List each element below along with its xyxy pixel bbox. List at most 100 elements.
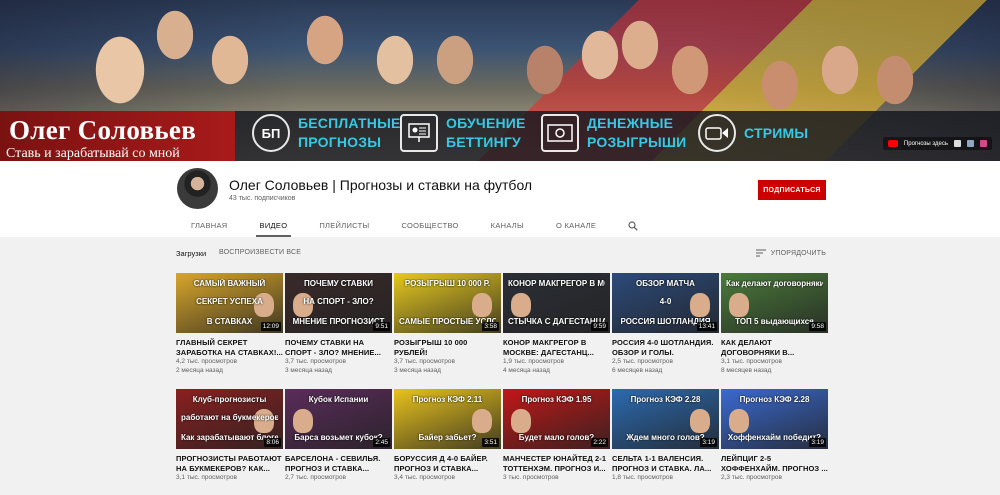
video-age: 4 месяца назад [503,367,550,374]
thumbnail-text: Прогноз КЭФ 1.95 [521,395,592,404]
video-title[interactable]: ПРОГНОЗИСТЫ РАБОТАЮТ НА БУКМЕКЕРОВ? КАК.… [176,454,283,473]
thumbnail-text: Как делают договорняки [726,279,823,288]
video-card[interactable]: Как делают договорняки ТОП 5 выдающихся 9:… [721,273,828,379]
vk-icon[interactable] [967,140,974,147]
video-title[interactable]: БАРСЕЛОНА - СЕВИЛЬЯ. ПРОГНОЗ И СТАВКА... [285,454,392,473]
video-card[interactable]: ПОЧЕМУ СТАВКИ НА СПОРТ - ЗЛО? МНЕНИЕ ПРОГН… [285,273,392,379]
promo-line: БЕСПЛАТНЫЕ [298,115,401,131]
promo-line: ОБУЧЕНИЕ [446,115,526,131]
video-thumbnail[interactable]: Как делают договорняки ТОП 5 выдающихся 9:… [721,273,828,333]
promo-streams: СТРИМЫ [698,114,808,152]
promo-line: ДЕНЕЖНЫЕ [587,115,674,131]
thumbnail-text: Прогноз КЭФ 2.28 [739,395,810,404]
video-age: 3 месяца назад [394,367,441,374]
avatar[interactable] [177,168,218,209]
promo-money-giveaways: ДЕНЕЖНЫЕ РОЗЫГРЫШИ [541,114,686,152]
subscribe-button[interactable]: ПОДПИСАТЬСЯ [758,180,826,200]
video-views: 3,7 тыс. просмотров [285,358,346,365]
bp-icon: БП [252,114,290,152]
tab-community[interactable]: СООБЩЕСТВО [385,214,474,237]
tab-channels[interactable]: КАНАЛЫ [475,214,540,237]
thumbnail-text: работают на букмекеров? [181,413,278,422]
video-title[interactable]: РОЗЫГРЫШ 10 000 РУБЛЕЙ! [394,338,501,357]
play-all-button[interactable]: ВОСПРОИЗВЕСТИ ВСЕ [219,249,301,256]
video-thumbnail[interactable]: Прогноз КЭФ 2.28 Ждем много голов? 3:19 [612,389,719,449]
banner-links[interactable]: Прогнозы здесь [882,137,992,150]
video-title[interactable]: СЕЛЬТА 1-1 ВАЛЕНСИЯ. ПРОГНОЗ И СТАВКА. Л… [612,454,719,473]
thumbnail-text: СЕКРЕТ УСПЕХА [196,297,263,306]
tab-home[interactable]: ГЛАВНАЯ [175,214,244,237]
video-duration: 3:51 [482,438,499,447]
video-views: 3,1 тыс. просмотров [176,474,237,481]
sort-icon [755,249,766,257]
banner-tagline: Ставь и зарабатывай со мной [6,146,180,161]
video-thumbnail[interactable]: КОНОР МАКГРЕГОР В МОСКВЕСТЫЧКА С ДАГЕСТА… [503,273,610,333]
instagram-icon[interactable] [954,140,961,147]
video-age: 6 месяцев назад [612,367,663,374]
video-card[interactable]: Прогноз КЭФ 2.28 Хоффенхайм победит? 3:19 Л… [721,389,828,495]
uploads-label: Загрузки [176,249,207,258]
video-card[interactable]: Кубок Испании Барса возьмет кубок? 2:45 БАР… [285,389,392,495]
video-thumbnail[interactable]: РОЗЫГРЫШ 10 000 Р.САМЫЕ ПРОСТЫЕ УСЛОВИЯ3… [394,273,501,333]
video-thumbnail[interactable]: САМЫЙ ВАЖНЫЙ СЕКРЕТ УСПЕХА В СТАВКАХ 12:09 [176,273,283,333]
video-thumbnail[interactable]: ОБЗОР МАТЧА 4-0 РОССИЯ ШОТЛАНДИЯ 13:41 [612,273,719,333]
video-card[interactable]: Прогноз КЭФ 2.11 Байер забьет? 3:51 БОРУССИ… [394,389,501,495]
tab-videos[interactable]: ВИДЕО [244,214,304,237]
thumbnail-person [690,409,710,433]
video-card[interactable]: ОБЗОР МАТЧА 4-0 РОССИЯ ШОТЛАНДИЯ 13:41 РОССИ… [612,273,719,379]
video-title[interactable]: МАНЧЕСТЕР ЮНАЙТЕД 2-1 ТОТТЕНХЭМ. ПРОГНОЗ… [503,454,610,473]
video-card[interactable]: САМЫЙ ВАЖНЫЙ СЕКРЕТ УСПЕХА В СТАВКАХ 12:09 Г… [176,273,283,379]
channel-banner: Олег Соловьев Ставь и зарабатывай со мно… [0,0,1000,161]
tab-playlists[interactable]: ПЛЕЙЛИСТЫ [303,214,385,237]
video-title[interactable]: КОНОР МАКГРЕГОР В МОСКВЕ: ДАГЕСТАНЦ... [503,338,610,357]
video-duration: 9:51 [373,322,390,331]
video-grid: САМЫЙ ВАЖНЫЙ СЕКРЕТ УСПЕХА В СТАВКАХ 12:09 Г… [176,273,828,495]
video-title[interactable]: ПОЧЕМУ СТАВКИ НА СПОРТ - ЗЛО? МНЕНИЕ... [285,338,392,357]
video-duration: 2:22 [591,438,608,447]
video-title[interactable]: РОССИЯ 4-0 ШОТЛАНДИЯ. ОБЗОР И ГОЛЫ. ИНТЕ… [612,338,719,357]
video-thumbnail[interactable]: Прогноз КЭФ 1.95 Будет мало голов? 2:22 [503,389,610,449]
social-icon[interactable] [980,140,987,147]
video-title[interactable]: ГЛАВНЫЙ СЕКРЕТ ЗАРАБОТКА НА СТАВКАХ!... [176,338,283,357]
thumbnail-person [472,409,492,433]
video-thumbnail[interactable]: Прогноз КЭФ 2.28 Хоффенхайм победит? 3:19 [721,389,828,449]
search-icon[interactable] [622,214,644,237]
channel-title: Олег Соловьев | Прогнозы и ставки на фут… [229,177,533,193]
channel-tabs: ГЛАВНАЯ ВИДЕО ПЛЕЙЛИСТЫ СООБЩЕСТВО КАНАЛ… [175,214,644,237]
video-views: 1,9 тыс. просмотров [503,358,564,365]
video-age: 3 месяца назад [285,367,332,374]
thumbnail-person [511,293,531,317]
video-card[interactable]: Прогноз КЭФ 1.95 Будет мало голов? 2:22 МАН… [503,389,610,495]
video-card[interactable]: РОЗЫГРЫШ 10 000 Р.САМЫЕ ПРОСТЫЕ УСЛОВИЯ3… [394,273,501,379]
promo-line: БЕТТИНГУ [446,134,521,150]
thumbnail-text: ОБЗОР МАТЧА [636,279,695,288]
video-thumbnail[interactable]: ПОЧЕМУ СТАВКИ НА СПОРТ - ЗЛО? МНЕНИЕ ПРОГН… [285,273,392,333]
video-views: 3,7 тыс. просмотров [394,358,455,365]
thumbnail-person [729,293,749,317]
subscriber-count: 43 тыс. подписчиков [229,195,296,202]
video-views: 3 тыс. просмотров [503,474,559,481]
video-card[interactable]: Прогноз КЭФ 2.28 Ждем много голов? 3:19 СЕЛ… [612,389,719,495]
video-card[interactable]: КОНОР МАКГРЕГОР В МОСКВЕСТЫЧКА С ДАГЕСТА… [503,273,610,379]
sort-button[interactable]: УПОРЯДОЧИТЬ [755,249,826,257]
thumbnail-text: КОНОР МАКГРЕГОР В МОСКВЕ [508,279,605,288]
money-icon [541,114,579,152]
uploads-bar: Загрузки ВОСПРОИЗВЕСТИ ВСЕ УПОРЯДОЧИТЬ [176,249,826,261]
video-title[interactable]: БОРУССИЯ Д 4-0 БАЙЕР. ПРОГНОЗ И СТАВКА..… [394,454,501,473]
video-thumbnail[interactable]: Кубок Испании Барса возьмет кубок? 2:45 [285,389,392,449]
youtube-icon [887,140,898,147]
video-duration: 9:59 [591,322,608,331]
thumbnail-text: Кубок Испании [308,395,369,404]
video-camera-icon [698,114,736,152]
video-duration: 12:09 [260,322,281,331]
video-card[interactable]: Клуб-прогнозисты работают на букмекеров? К… [176,389,283,495]
video-thumbnail[interactable]: Клуб-прогнозисты работают на букмекеров? К… [176,389,283,449]
thumbnail-person [293,409,313,433]
video-thumbnail[interactable]: Прогноз КЭФ 2.11 Байер забьет? 3:51 [394,389,501,449]
video-views: 2,7 тыс. просмотров [285,474,346,481]
thumbnail-text: САМЫЙ ВАЖНЫЙ [193,279,266,288]
video-title[interactable]: ЛЕЙПЦИГ 2-5 ХОФФЕНХАЙМ. ПРОГНОЗ ... [721,454,828,473]
tab-about[interactable]: О КАНАЛЕ [540,214,612,237]
video-views: 4,2 тыс. просмотров [176,358,237,365]
video-title[interactable]: КАК ДЕЛАЮТ ДОГОВОРНЯКИ В... [721,338,828,357]
